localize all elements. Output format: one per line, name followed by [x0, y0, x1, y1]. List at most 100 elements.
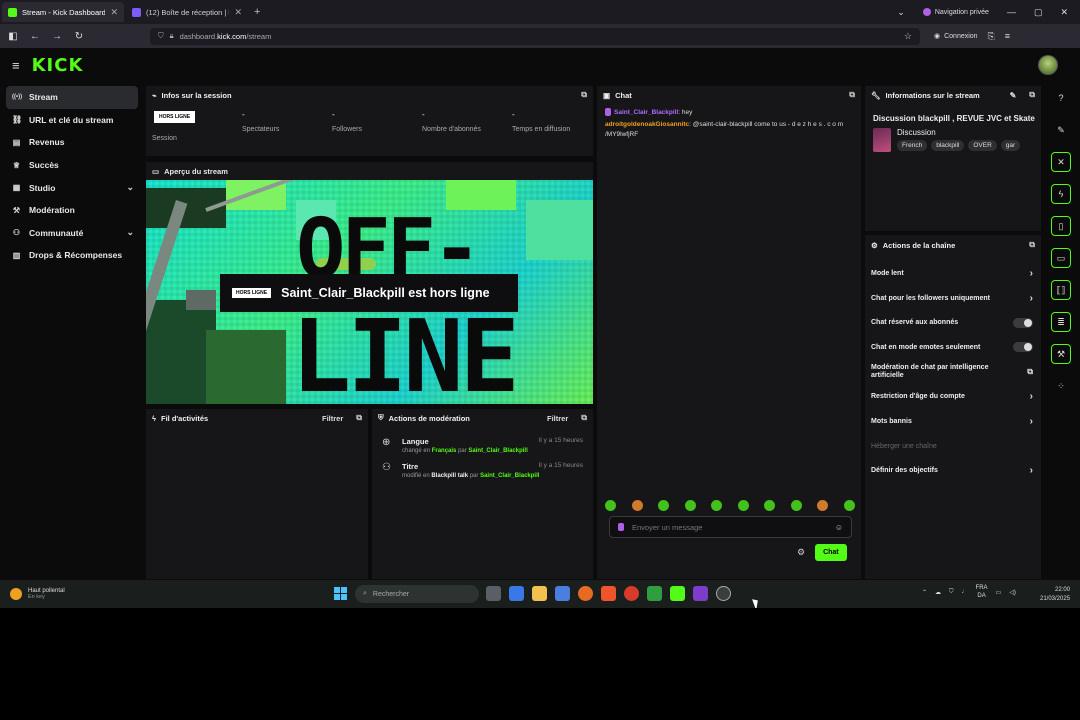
- close-icon[interactable]: ✕: [110, 7, 118, 18]
- external-link-icon[interactable]: ⧉: [1027, 368, 1033, 376]
- channel-action-row[interactable]: Restriction d'âge du compte ›: [865, 384, 1041, 409]
- chrome-icon[interactable]: [624, 586, 639, 601]
- taskbar-search[interactable]: ⌕ Rechercher: [355, 585, 479, 603]
- discord-icon[interactable]: [693, 586, 708, 601]
- close-icon[interactable]: ✕: [234, 7, 242, 18]
- wrench-icon[interactable]: ⚒: [1051, 344, 1071, 364]
- sidebar-item-broadcast[interactable]: ((•)) Stream: [6, 86, 138, 109]
- external-link-icon[interactable]: ⧉: [1029, 90, 1035, 100]
- chevron-right-icon[interactable]: ›: [1030, 268, 1033, 279]
- gear-icon[interactable]: ⚙: [797, 547, 805, 558]
- pencil-icon[interactable]: ✎: [1010, 91, 1017, 100]
- sidebar-toggle-icon[interactable]: ◧: [4, 31, 22, 42]
- xbox-icon[interactable]: [647, 586, 662, 601]
- filter-button[interactable]: Filtrer: [322, 414, 343, 423]
- emote-icon[interactable]: [684, 500, 696, 511]
- close-window-icon[interactable]: ✕: [1060, 7, 1068, 18]
- emote-icon[interactable]: [605, 500, 616, 511]
- minimize-icon[interactable]: —: [1007, 7, 1016, 17]
- sidebar-item-studio[interactable]: ▦ Studio ⌄: [6, 176, 138, 199]
- task-view-icon[interactable]: [486, 586, 501, 601]
- external-link-icon[interactable]: ⧉: [1029, 240, 1035, 250]
- tab-inbox[interactable]: (12) Boîte de réception | laboX ✕: [126, 2, 248, 22]
- emote-icon[interactable]: [631, 500, 643, 511]
- channel-action-row[interactable]: Mots bannis ›: [865, 409, 1041, 434]
- chevron-down-icon[interactable]: ⌄: [126, 182, 134, 193]
- brave-icon[interactable]: [601, 586, 616, 601]
- maximize-icon[interactable]: ▢: [1034, 7, 1043, 18]
- chevron-right-icon[interactable]: ›: [1030, 391, 1033, 402]
- sidebar-item-trophy[interactable]: ♕ Succès: [6, 154, 138, 177]
- tab-kick-dashboard[interactable]: Stream - Kick Dashboard ✕: [2, 2, 124, 22]
- stream-preview[interactable]: OFF- LINE HORS LIGNE Saint_Clair_Blackpi…: [146, 180, 593, 404]
- back-icon[interactable]: ←: [26, 31, 44, 42]
- file-explorer-icon[interactable]: [532, 586, 547, 601]
- reload-icon[interactable]: ↻: [70, 31, 88, 42]
- list-icon[interactable]: ≣: [1051, 312, 1071, 332]
- avatar[interactable]: [1038, 55, 1058, 75]
- bookmark-star-icon[interactable]: ☆: [904, 31, 912, 42]
- forward-icon[interactable]: →: [48, 31, 66, 42]
- weather-widget[interactable]: Haut pollental En key: [10, 588, 65, 600]
- sidebar-item-wrench[interactable]: ⚒ Modération: [6, 199, 138, 222]
- address-bar[interactable]: ⛉ 🔒︎ dashboard.kick.com/stream ☆: [150, 27, 920, 45]
- document-icon[interactable]: ▯: [1051, 216, 1071, 236]
- send-chat-button[interactable]: Chat: [815, 544, 847, 561]
- connect-button[interactable]: ◉ Connexion: [934, 32, 978, 41]
- windows-start-icon[interactable]: [334, 587, 347, 600]
- channel-action-row[interactable]: Chat réservé aux abonnés: [865, 310, 1041, 335]
- firefox-icon[interactable]: [578, 586, 593, 601]
- volume-icon[interactable]: ◁): [1009, 589, 1016, 596]
- external-link-icon[interactable]: ⧉: [849, 90, 855, 100]
- vpn-icon[interactable]: [555, 586, 570, 601]
- chevron-right-icon[interactable]: ›: [1030, 416, 1033, 427]
- copilot-icon[interactable]: [509, 586, 524, 601]
- chevron-up-icon[interactable]: ⌃: [922, 589, 927, 596]
- sidebar-item-money[interactable]: ▤ Revenus: [6, 131, 138, 154]
- toggle-switch[interactable]: [1013, 342, 1033, 353]
- emote-icon[interactable]: [817, 500, 829, 511]
- emote-icon[interactable]: [711, 500, 723, 511]
- pencil-icon[interactable]: ✎: [1051, 120, 1071, 140]
- monitor-icon[interactable]: ▭: [996, 589, 1002, 596]
- channel-action-row[interactable]: Chat pour les followers uniquement ›: [865, 286, 1041, 311]
- hamburger-menu-icon[interactable]: ≡: [12, 58, 20, 73]
- tab-list-chevron-icon[interactable]: ⌄: [897, 7, 905, 18]
- cloud-icon[interactable]: ☁: [935, 589, 941, 596]
- chevron-down-icon[interactable]: ⌄: [126, 227, 134, 238]
- external-link-icon[interactable]: ⧉: [581, 90, 587, 100]
- emote-icon[interactable]: [658, 500, 670, 511]
- chat-input[interactable]: Envoyer un message ☺: [609, 516, 852, 538]
- emote-icon[interactable]: [764, 500, 776, 511]
- channel-action-row[interactable]: Modération de chat par intelligence arti…: [865, 360, 1041, 385]
- chevron-right-icon[interactable]: ›: [1030, 465, 1033, 476]
- extensions-icon[interactable]: ⎘: [988, 31, 995, 42]
- mic-icon[interactable]: ♩: [962, 589, 968, 595]
- sidebar-item-gift[interactable]: ▥ Drops & Récompenses: [6, 244, 138, 267]
- emote-icon[interactable]: [843, 500, 855, 511]
- language-indicator[interactable]: FRA DA: [976, 584, 988, 600]
- toggle-switch[interactable]: [1013, 317, 1033, 328]
- help-icon[interactable]: ?: [1051, 88, 1071, 108]
- lightning-icon[interactable]: ϟ: [1051, 184, 1071, 204]
- settings-app-icon[interactable]: [716, 586, 731, 601]
- emote-icon[interactable]: [737, 500, 749, 511]
- kick-logo[interactable]: KICK: [32, 55, 84, 76]
- emote-icon[interactable]: [790, 500, 802, 511]
- external-link-icon[interactable]: ⧉: [581, 413, 587, 423]
- kick-app-icon[interactable]: [670, 586, 685, 601]
- menu-icon[interactable]: ≡: [1005, 31, 1010, 41]
- plus-icon[interactable]: ⁘: [1051, 376, 1071, 396]
- new-tab-icon[interactable]: +: [254, 6, 260, 18]
- channel-action-row[interactable]: Chat en mode emotes seulement: [865, 335, 1041, 360]
- sidebar-item-link[interactable]: ⛓ URL et clé du stream: [6, 109, 138, 132]
- clock[interactable]: 22:00 21/03/2025: [1040, 586, 1070, 604]
- channel-action-row[interactable]: Mode lent ›: [865, 261, 1041, 286]
- raid-icon[interactable]: ✕: [1051, 152, 1071, 172]
- channel-action-row[interactable]: Définir des objectifs ›: [865, 459, 1041, 484]
- security-icon[interactable]: ⛉: [949, 589, 954, 596]
- sidebar-item-people[interactable]: ⚇ Communauté ⌄: [6, 222, 138, 245]
- chevron-right-icon[interactable]: ›: [1030, 293, 1033, 304]
- chat-icon[interactable]: ▭: [1051, 248, 1071, 268]
- emoji-icon[interactable]: ☺: [835, 523, 843, 532]
